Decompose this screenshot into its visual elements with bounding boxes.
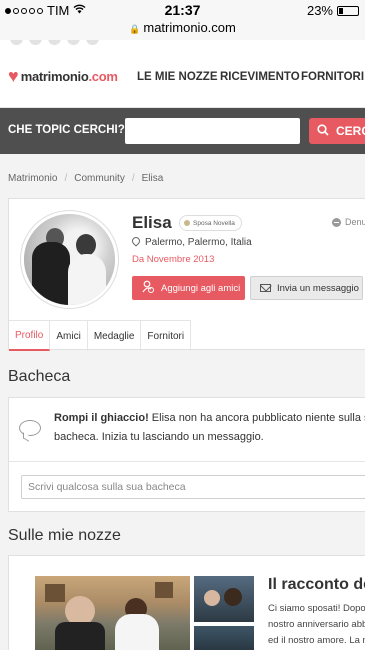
- breadcrumb-current: Elisa: [141, 173, 164, 184]
- url-bar[interactable]: 🔒 matrimonio.com: [0, 20, 365, 40]
- nav-ricevimento[interactable]: RICEVIMENTO: [220, 71, 300, 83]
- breadcrumb-matrimonio[interactable]: Matrimonio: [8, 173, 57, 184]
- report-link[interactable]: Denuncia: [332, 217, 365, 227]
- breadcrumb: Matrimonio / Community / Elisa: [8, 173, 164, 184]
- envelope-icon: [260, 284, 271, 292]
- wall-empty-message: Rompi il ghiaccio! Elisa non ha ancora p…: [54, 409, 365, 447]
- story-text: Ci siamo sposati! Dopo nostro anniversar…: [268, 601, 365, 649]
- chat-bubble-icon: [19, 420, 41, 436]
- logo-prefix: matrimonio: [20, 68, 89, 84]
- wall-heading: Bacheca: [8, 368, 71, 385]
- search-button[interactable]: CERCA: [309, 118, 365, 144]
- wall-post-input[interactable]: Scrivi qualcosa sulla sua bacheca: [21, 475, 365, 499]
- battery-group: 23%: [307, 3, 359, 18]
- site-header: ♥ matrimonio.com LE MIE NOZZE RICEVIMENT…: [0, 47, 365, 108]
- profile-location: Palermo, Palermo, Italia: [132, 237, 252, 248]
- tab-amici[interactable]: Amici: [50, 321, 88, 351]
- nav-le-mie-nozze[interactable]: LE MIE NOZZE: [137, 71, 218, 83]
- story-line: Ci siamo sposati! Dopo: [268, 603, 365, 614]
- wall-lead: Rompi il ghiaccio!: [54, 412, 149, 424]
- report-label: Denuncia: [345, 217, 365, 227]
- story-line: nostro anniversario abb: [268, 619, 365, 630]
- search-button-label: CERCA: [336, 124, 365, 138]
- tab-medaglie[interactable]: Medaglie: [88, 321, 142, 351]
- search-label: CHE TOPIC CERCHI?: [8, 124, 125, 136]
- status-badge: Sposa Novella: [179, 215, 242, 231]
- wedding-photo-thumb[interactable]: [194, 626, 254, 650]
- profile-name: Elisa: [132, 213, 172, 232]
- url-text: matrimonio.com: [143, 20, 236, 35]
- battery-icon: [337, 5, 359, 16]
- nav-fornitori[interactable]: FORNITORI: [301, 71, 364, 83]
- lock-icon: 🔒: [129, 24, 141, 34]
- badge-label: Sposa Novella: [193, 219, 235, 227]
- story-line: ed il nostro amore. La n: [268, 635, 365, 646]
- add-friend-label: Aggiungi agli amici: [161, 282, 241, 294]
- avatar[interactable]: [21, 211, 118, 308]
- search-icon: [317, 123, 329, 139]
- wedding-photo-main[interactable]: [35, 576, 190, 650]
- status-bar: TIM 21:37 23%: [0, 0, 365, 20]
- location-text: Palermo, Palermo, Italia: [145, 237, 252, 248]
- topic-search-bar: CHE TOPIC CERCHI? CERCA: [0, 108, 365, 154]
- tab-fornitori[interactable]: Fornitori: [141, 321, 192, 351]
- badge-dot-icon: [184, 220, 190, 226]
- battery-percent: 23%: [306, 3, 333, 18]
- tab-profilo[interactable]: Profilo: [9, 321, 51, 351]
- social-icons: [10, 40, 99, 45]
- add-friend-button[interactable]: Aggiungi agli amici: [132, 276, 245, 300]
- top-strip: [0, 40, 365, 47]
- logo-suffix: .com: [88, 68, 118, 84]
- member-since: Da Novembre 2013: [132, 254, 215, 265]
- wedding-card: Il racconto del Ci siamo sposati! Dopo n…: [8, 555, 365, 650]
- breadcrumb-community[interactable]: Community: [74, 173, 125, 184]
- add-friend-icon: [142, 280, 154, 296]
- send-message-label: Invia un messaggio: [277, 282, 359, 294]
- send-message-button[interactable]: Invia un messaggio: [250, 276, 363, 300]
- heart-logo-icon: ♥: [8, 66, 19, 86]
- wedding-heading: Sulle mie nozze: [8, 527, 121, 544]
- wedding-photo-thumb[interactable]: [194, 576, 254, 622]
- story-title[interactable]: Il racconto del: [268, 576, 365, 594]
- search-input[interactable]: [125, 118, 300, 144]
- location-pin-icon: [132, 237, 140, 248]
- profile-card: Elisa Sposa Novella Denuncia Palermo, Pa…: [8, 198, 365, 351]
- wall-card: Rompi il ghiaccio! Elisa non ha ancora p…: [8, 397, 365, 512]
- site-logo[interactable]: ♥ matrimonio.com: [8, 67, 118, 85]
- report-icon: [332, 217, 341, 227]
- profile-tabs: Profilo Amici Medaglie Fornitori: [9, 320, 192, 351]
